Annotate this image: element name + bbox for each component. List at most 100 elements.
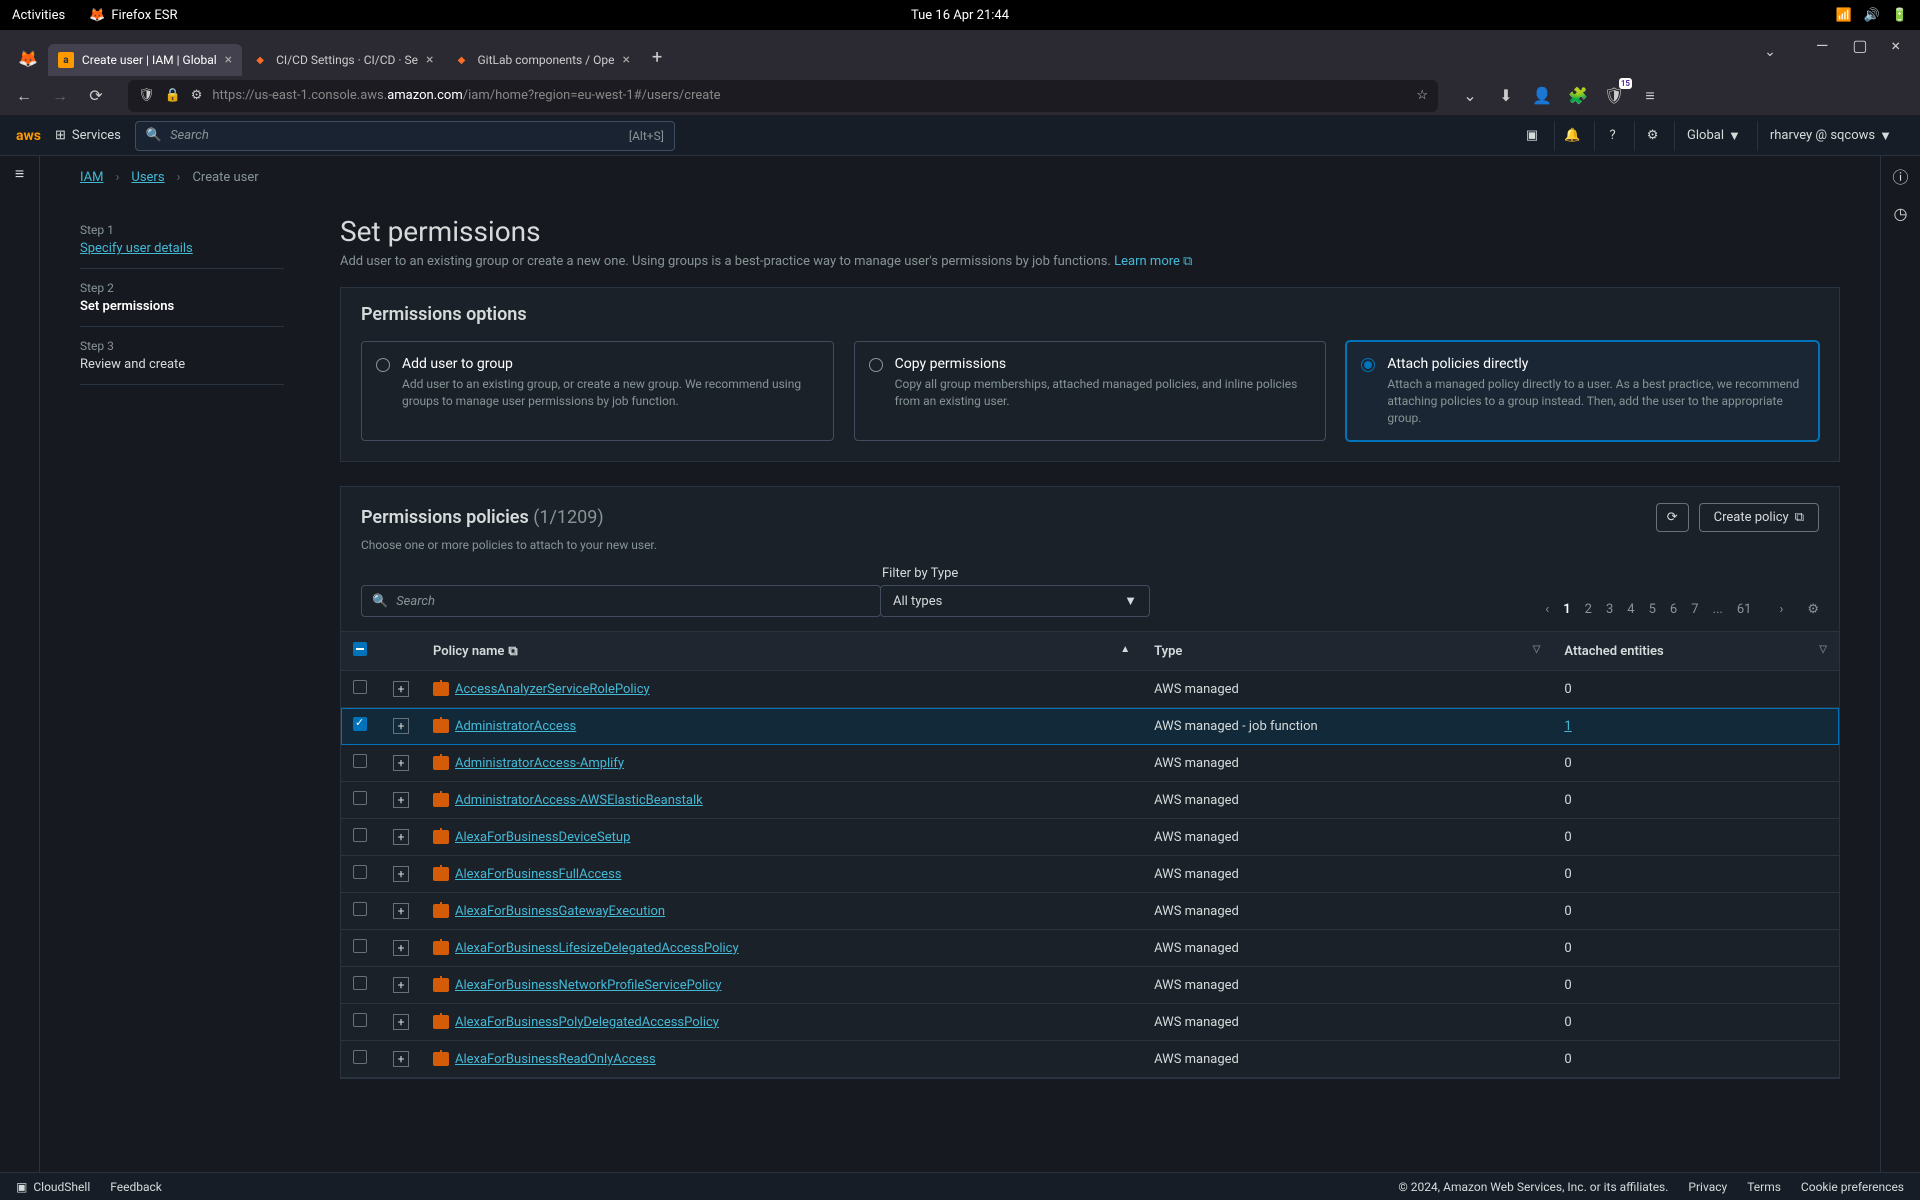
cloudshell-button[interactable]: ▣CloudShell [16, 1180, 90, 1194]
expand-row-button[interactable]: + [393, 829, 409, 845]
col-type[interactable]: Type▽ [1142, 632, 1552, 671]
services-menu[interactable]: ⊞ Services [55, 128, 121, 143]
policy-name-link[interactable]: AlexaForBusinessDeviceSetup [455, 830, 630, 845]
window-minimize-button[interactable]: — [1816, 36, 1829, 68]
new-tab-button[interactable]: + [640, 39, 674, 76]
downloads-icon[interactable]: ⬇ [1492, 82, 1520, 110]
page-number[interactable]: 3 [1606, 602, 1613, 617]
expand-row-button[interactable]: + [393, 1051, 409, 1067]
info-panel-toggle[interactable]: ⓘ [1892, 164, 1908, 188]
tab-list-button[interactable]: ⌄ [1748, 36, 1792, 68]
policy-name-link[interactable]: AdministratorAccess-AWSElasticBeanstalk [455, 793, 703, 808]
page-number[interactable]: 4 [1627, 602, 1634, 617]
create-policy-button[interactable]: Create policy ⧉ [1699, 503, 1819, 532]
help-icon[interactable]: ? [1594, 121, 1630, 151]
shield-icon[interactable]: 🛡 [138, 88, 155, 103]
filter-type-select[interactable]: All types ▼ [880, 585, 1150, 617]
settings-icon[interactable]: ⚙ [1634, 121, 1670, 151]
policy-name-link[interactable]: AlexaForBusinessNetworkProfileServicePol… [455, 978, 721, 993]
page-number[interactable]: 5 [1649, 602, 1656, 617]
reload-button[interactable]: ⟳ [82, 82, 110, 110]
expand-row-button[interactable]: + [393, 977, 409, 993]
col-entities[interactable]: Attached entities▽ [1552, 632, 1839, 671]
learn-more-link[interactable]: Learn more ⧉ [1114, 254, 1192, 269]
clock[interactable]: Tue 16 Apr 21:44 [911, 8, 1009, 23]
page-number[interactable]: 6 [1670, 602, 1677, 617]
expand-row-button[interactable]: + [393, 903, 409, 919]
window-maximize-button[interactable]: ▢ [1852, 36, 1867, 68]
policy-name-link[interactable]: AdministratorAccess [455, 719, 576, 734]
policy-name-link[interactable]: AccessAnalyzerServiceRolePolicy [455, 682, 650, 697]
row-checkbox[interactable] [353, 754, 367, 768]
page-prev[interactable]: ‹ [1545, 602, 1549, 617]
expand-row-button[interactable]: + [393, 681, 409, 697]
permission-option-card[interactable]: Add user to group Add user to an existin… [361, 341, 834, 441]
filter-icon[interactable]: ▽ [1533, 644, 1541, 655]
row-checkbox[interactable] [353, 717, 367, 731]
table-settings-icon[interactable]: ⚙ [1807, 602, 1819, 617]
extension-badge-icon[interactable]: 🛡 [1600, 82, 1628, 110]
page-next[interactable]: › [1779, 602, 1783, 617]
expand-row-button[interactable]: + [393, 792, 409, 808]
bookmark-star-icon[interactable]: ☆ [1416, 88, 1428, 103]
activities-button[interactable]: Activities [12, 8, 65, 23]
aws-search-input[interactable]: 🔍 Search [Alt+S] [135, 121, 675, 151]
tab-close-button[interactable]: × [225, 52, 232, 68]
region-selector[interactable]: Global ▼ [1674, 121, 1753, 151]
row-checkbox[interactable] [353, 791, 367, 805]
expand-row-button[interactable]: + [393, 1014, 409, 1030]
expand-row-button[interactable]: + [393, 755, 409, 771]
policy-name-link[interactable]: AlexaForBusinessLifesizeDelegatedAccessP… [455, 941, 739, 956]
filter-icon[interactable]: ▽ [1819, 644, 1827, 655]
select-all-checkbox[interactable] [353, 642, 367, 656]
hamburger-menu-button[interactable]: ≡ [1636, 82, 1664, 110]
url-bar[interactable]: 🛡 🔒 ⚙ https://us-east-1.console.aws.amaz… [128, 80, 1438, 112]
account-menu[interactable]: rharvey @ sqcows ▼ [1757, 121, 1904, 151]
refresh-button[interactable]: ⟳ [1656, 503, 1689, 532]
policy-name-link[interactable]: AlexaForBusinessPolyDelegatedAccessPolic… [455, 1015, 719, 1030]
permission-option-card[interactable]: Copy permissions Copy all group membersh… [854, 341, 1327, 441]
lock-icon[interactable]: 🔒 [165, 88, 181, 103]
permissions-icon[interactable]: ⚙ [191, 88, 203, 103]
account-icon[interactable]: 👤 [1528, 82, 1556, 110]
browser-tab[interactable]: ◆ GitLab components / Ope × [444, 44, 640, 76]
row-checkbox[interactable] [353, 828, 367, 842]
row-checkbox[interactable] [353, 976, 367, 990]
expand-row-button[interactable]: + [393, 940, 409, 956]
pocket-icon[interactable]: ⌄ [1456, 82, 1484, 110]
page-number[interactable]: ... [1713, 602, 1723, 617]
breadcrumb-users[interactable]: Users [131, 170, 164, 185]
privacy-link[interactable]: Privacy [1688, 1180, 1727, 1194]
tab-close-button[interactable]: × [426, 52, 433, 68]
history-panel-toggle[interactable]: ◷ [1894, 204, 1908, 223]
policy-name-link[interactable]: AlexaForBusinessFullAccess [455, 867, 622, 882]
battery-icon[interactable]: 🔋 [1892, 8, 1908, 23]
page-number[interactable]: 61 [1737, 602, 1752, 617]
row-checkbox[interactable] [353, 1050, 367, 1064]
network-icon[interactable]: 📶 [1835, 8, 1851, 23]
volume-icon[interactable]: 🔊 [1864, 8, 1880, 23]
entities-link[interactable]: 1 [1564, 719, 1571, 734]
row-checkbox[interactable] [353, 939, 367, 953]
page-number[interactable]: 1 [1563, 602, 1570, 617]
terms-link[interactable]: Terms [1747, 1180, 1781, 1194]
permission-option-card[interactable]: Attach policies directly Attach a manage… [1346, 341, 1819, 441]
row-checkbox[interactable] [353, 1013, 367, 1027]
notifications-icon[interactable]: 🔔 [1554, 121, 1590, 151]
step-title[interactable]: Specify user details [80, 241, 284, 256]
aws-logo[interactable]: aws [16, 128, 41, 144]
wizard-step-1[interactable]: Step 1 Specify user details [80, 223, 284, 269]
col-policy-name[interactable]: Policy name⧉▲ [421, 632, 1142, 671]
window-close-button[interactable]: × [1891, 36, 1900, 68]
cloudshell-icon[interactable]: ▣ [1514, 121, 1550, 151]
firefox-app-icon[interactable]: 🦊 [8, 41, 48, 76]
row-checkbox[interactable] [353, 902, 367, 916]
browser-tab-active[interactable]: a Create user | IAM | Global × [48, 44, 242, 76]
breadcrumb-iam[interactable]: IAM [80, 170, 103, 185]
cookie-preferences-link[interactable]: Cookie preferences [1801, 1180, 1904, 1194]
page-number[interactable]: 2 [1585, 602, 1592, 617]
policy-name-link[interactable]: AdministratorAccess-Amplify [455, 756, 624, 771]
tab-close-button[interactable]: × [622, 52, 629, 68]
feedback-link[interactable]: Feedback [110, 1180, 162, 1194]
expand-row-button[interactable]: + [393, 718, 409, 734]
